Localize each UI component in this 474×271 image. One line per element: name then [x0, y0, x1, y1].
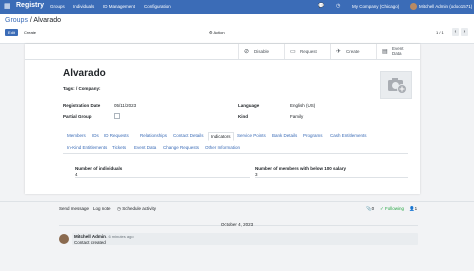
tab-relationships[interactable]: Relationships — [140, 133, 167, 138]
tab-other-information[interactable]: Other Information — [205, 145, 240, 150]
registration-date-field[interactable]: 05/11/2023 — [114, 103, 136, 108]
user-avatar[interactable] — [410, 3, 417, 10]
check-icon: ✓ — [380, 206, 384, 211]
menu-configuration[interactable]: Configuration — [144, 4, 171, 9]
kind-label: Kind — [238, 114, 248, 119]
action-button[interactable]: ⚙ Action — [209, 29, 225, 36]
create-button[interactable]: Create — [22, 29, 38, 36]
tab-event-data[interactable]: Event Data — [134, 145, 156, 150]
record-image[interactable] — [380, 71, 412, 99]
divider — [0, 201, 474, 202]
camera-icon — [388, 78, 407, 94]
language-field[interactable]: English (US) — [290, 103, 315, 108]
breadcrumb: Groups / Alvarado — [5, 17, 62, 24]
pager-previous-button[interactable]: ‹ — [452, 28, 459, 36]
following-button[interactable]: ✓ Following — [380, 206, 404, 212]
disable-stat-button[interactable]: ⊘ Disable — [238, 44, 285, 59]
pager-value[interactable]: 1 / 1 — [436, 29, 444, 36]
message-body: Contact created — [74, 240, 106, 245]
divider — [255, 177, 408, 178]
schedule-activity-button[interactable]: ◷ Schedule activity — [117, 206, 156, 212]
app-name[interactable]: Registry — [16, 2, 44, 9]
registration-date-label: Registration Date — [63, 103, 101, 108]
clock-icon[interactable]: ◷ — [336, 3, 340, 9]
form-sheet — [25, 44, 420, 194]
message-date-separator: October 4, 2023 — [220, 222, 254, 227]
divider — [75, 177, 250, 178]
tab-contact-details[interactable]: Contact Details — [173, 133, 204, 138]
tab-in-kind-entitlements[interactable]: In-Kind Entitlements — [67, 145, 107, 150]
message-author[interactable]: Mitchell Admin — [74, 234, 106, 239]
record-name[interactable]: Alvarado — [63, 68, 106, 79]
document-icon: ▤ — [382, 49, 388, 55]
apps-menu-icon[interactable]: ▦ — [4, 3, 11, 10]
menu-id-management[interactable]: ID Management — [103, 4, 135, 9]
author-avatar[interactable] — [59, 234, 69, 244]
tab-bank-details[interactable]: Bank Details — [272, 133, 297, 138]
num-individuals-label: Number of individuals — [75, 166, 123, 171]
tab-programs[interactable]: Programs — [303, 133, 323, 138]
tab-indicators[interactable]: Indicators — [208, 132, 234, 141]
language-label: Language — [238, 103, 260, 108]
create-stat-button[interactable]: ✈ Create — [330, 44, 377, 59]
tab-service-points[interactable]: Service Points — [237, 133, 266, 138]
menu-individuals[interactable]: Individuals — [73, 4, 94, 9]
tab-ids[interactable]: IDs — [92, 133, 99, 138]
tab-cash-entitlements[interactable]: Cash Entitlements — [330, 133, 367, 138]
followers-button[interactable]: 👤1 — [409, 206, 417, 212]
disable-icon: ⊘ — [244, 49, 250, 55]
edit-button[interactable]: Edit — [5, 29, 18, 36]
clock-icon: ◷ — [117, 206, 121, 211]
tab-change-requests[interactable]: Change Requests — [163, 145, 199, 150]
control-panel — [0, 14, 474, 44]
pager-next-button[interactable]: › — [461, 28, 468, 36]
plane-icon: ✈ — [336, 49, 342, 55]
chat-icon[interactable]: 💬 — [318, 3, 324, 9]
tags-label: Tags: / Company: — [63, 86, 101, 91]
tab-members[interactable]: Members — [67, 133, 86, 138]
breadcrumb-groups[interactable]: Groups — [5, 17, 28, 24]
request-stat-button[interactable]: ▭ Request — [284, 44, 331, 59]
top-navbar: ▦ Registry Groups Individuals ID Managem… — [0, 0, 474, 14]
menu-groups[interactable]: Groups — [50, 4, 65, 9]
send-message-button[interactable]: Send message — [59, 206, 89, 211]
company-switcher[interactable]: My Company (Chicago) — [352, 4, 399, 9]
num-low-salary-label: Number of members with below 100 salary — [255, 166, 347, 171]
event-data-stat-button[interactable]: ▤ Event Data — [376, 44, 421, 59]
partial-group-checkbox[interactable] — [114, 113, 120, 119]
divider — [25, 59, 420, 60]
log-note-button[interactable]: Log note — [93, 206, 111, 211]
kind-field[interactable]: Family — [290, 114, 303, 119]
tab-tickets[interactable]: Tickets — [112, 145, 126, 150]
attachments-button[interactable]: 📎0 — [366, 206, 374, 212]
message-time: - 6 minutes ago — [106, 234, 134, 239]
breadcrumb-current: Alvarado — [33, 17, 62, 24]
card-icon: ▭ — [290, 49, 296, 55]
tab-id-requests[interactable]: ID Requests — [104, 133, 129, 138]
partial-group-label: Partial Group — [63, 114, 92, 119]
user-menu[interactable]: Mitchell Admin (odoo1571) — [419, 4, 472, 9]
